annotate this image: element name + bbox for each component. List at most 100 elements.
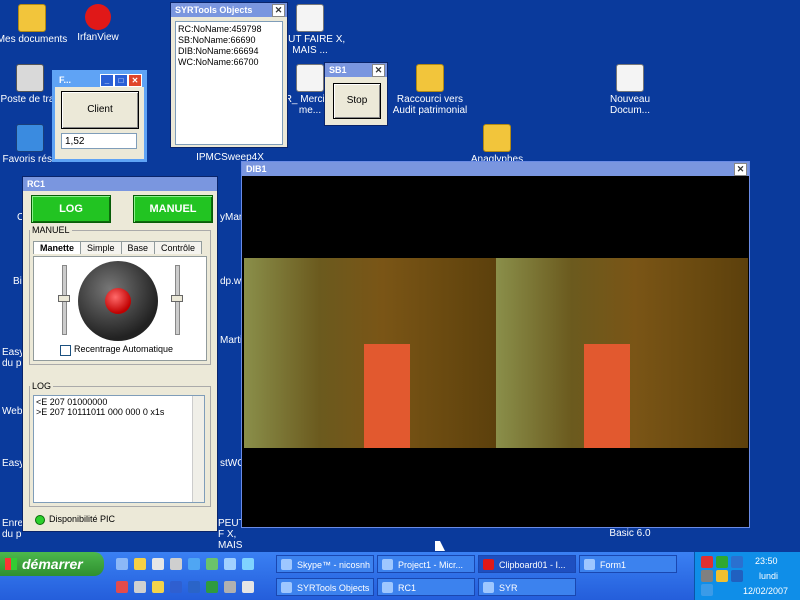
quicklaunch-icon[interactable] — [170, 558, 182, 570]
recentrage-label: Recentrage Automatique — [74, 344, 174, 354]
syrtools-list[interactable]: RC:NoName:459798 SB:NoName:66690 DIB:NoN… — [175, 21, 283, 145]
close-button[interactable]: ✕ — [128, 74, 142, 87]
folder-shortcut-icon — [416, 64, 444, 92]
taskbar-button-syr[interactable]: SYR — [478, 578, 576, 596]
icon-label-fragment: dp.w — [220, 276, 242, 287]
taskbar-button-form1[interactable]: Form1 — [579, 555, 677, 573]
desktop-icon-audit[interactable]: Raccourci vers Audit patrimonial — [390, 64, 470, 116]
list-item: DIB:NoName:66694 — [178, 46, 259, 56]
taskbar-button-rc1[interactable]: RC1 — [377, 578, 475, 596]
quicklaunch-icon[interactable] — [188, 558, 200, 570]
start-button[interactable]: démarrer — [0, 552, 104, 576]
minimize-button[interactable]: _ — [100, 74, 114, 87]
clock-time[interactable]: 23:50 — [755, 556, 778, 566]
skype-icon — [281, 559, 292, 570]
quicklaunch-icon[interactable] — [152, 581, 164, 593]
quicklaunch-icon[interactable] — [206, 558, 218, 570]
quicklaunch-icon[interactable] — [170, 581, 182, 593]
tray-icon[interactable] — [716, 556, 728, 568]
system-tray: 23:50 lundi 12/02/2007 — [694, 552, 800, 600]
desktop-icon-nouveau-document[interactable]: Nouveau Docum... — [590, 64, 670, 116]
rc1-title-bar[interactable]: RC1 — [23, 177, 217, 191]
taskbar-button-syrtools[interactable]: SYRTools Objects — [276, 578, 374, 596]
right-slider-thumb[interactable] — [171, 295, 183, 302]
form-title-bar[interactable]: F... _ □ ✕ — [55, 73, 144, 87]
icon-label-fragment: du p — [2, 358, 22, 369]
video-right-object — [584, 344, 630, 448]
tray-icon[interactable] — [731, 556, 743, 568]
tab-controle[interactable]: Contrôle — [154, 241, 203, 254]
syrtools-title-bar[interactable]: SYRTools Objects ✕ — [171, 3, 287, 17]
list-item: SB:NoName:66690 — [178, 35, 256, 45]
joystick-knob[interactable] — [105, 288, 131, 314]
tray-icon[interactable] — [701, 556, 713, 568]
taskbar-button-skype[interactable]: Skype™ - nicosnh — [276, 555, 374, 573]
list-item: WC:NoName:66700 — [178, 57, 259, 67]
close-icon[interactable]: ✕ — [272, 4, 285, 17]
sb1-window: SB1 ✕ Stop — [324, 62, 388, 126]
quicklaunch-icon[interactable] — [224, 581, 236, 593]
close-icon[interactable]: ✕ — [734, 163, 747, 176]
folder-icon — [18, 4, 46, 32]
document-icon — [296, 64, 324, 92]
sb1-title-bar[interactable]: SB1 ✕ — [325, 63, 387, 77]
tray-icon[interactable] — [731, 570, 743, 582]
log-group-label: LOG — [32, 381, 52, 391]
taskbar-button-project1[interactable]: Project1 - Micr... — [377, 555, 475, 573]
recentrage-checkbox[interactable] — [60, 345, 71, 356]
syrtools-window: SYRTools Objects ✕ RC:NoName:459798 SB:N… — [170, 2, 288, 148]
client-button[interactable]: Client — [61, 91, 139, 129]
quicklaunch-icon[interactable] — [134, 558, 146, 570]
clock-day: lundi — [759, 571, 779, 581]
value-field[interactable]: 1,52 — [61, 133, 137, 149]
rc1-window: RC1 LOG MANUEL MANUEL Manette Simple Bas… — [22, 176, 218, 532]
vb-icon — [483, 582, 494, 593]
joystick[interactable] — [78, 261, 158, 341]
maximize-button[interactable]: □ — [114, 74, 128, 87]
tab-base[interactable]: Base — [120, 241, 156, 254]
stop-button[interactable]: Stop — [333, 83, 381, 119]
folder-icon — [483, 124, 511, 152]
close-icon[interactable]: ✕ — [372, 64, 385, 77]
quicklaunch-icon[interactable] — [152, 558, 164, 570]
taskbar: démarrer Skype™ - nicosnh Project1 - Mic… — [0, 552, 800, 600]
quicklaunch-icon[interactable] — [224, 558, 236, 570]
quicklaunch-icon[interactable] — [116, 558, 128, 570]
quicklaunch-icon[interactable] — [134, 581, 146, 593]
list-item: RC:NoName:459798 — [178, 24, 262, 34]
quicklaunch-icon[interactable] — [242, 581, 254, 593]
window-icon — [584, 559, 595, 570]
taskbar-button-clipboard[interactable]: Clipboard01 - I... — [478, 555, 576, 573]
desktop-icon-anaglyphes[interactable]: Anaglyphes — [457, 124, 537, 165]
tab-manette[interactable]: Manette — [33, 241, 82, 254]
log-line: <E 207 01000000 — [36, 397, 108, 407]
form-window: F... _ □ ✕ Client 1,52 — [52, 70, 147, 162]
icon-label-fragment: Easy — [2, 458, 25, 469]
left-slider-thumb[interactable] — [58, 295, 70, 302]
quicklaunch-icon[interactable] — [188, 581, 200, 593]
dib1-title-bar[interactable]: DIB1 ✕ — [242, 162, 749, 176]
video-left — [244, 258, 496, 448]
log-scrollbar[interactable] — [192, 396, 204, 502]
quicklaunch-icon[interactable] — [206, 581, 218, 593]
tab-simple[interactable]: Simple — [80, 241, 122, 254]
log-button[interactable]: LOG — [31, 195, 111, 223]
tray-icon[interactable] — [701, 570, 713, 582]
rc1-tabs: Manette Simple Base Contrôle — [33, 241, 203, 254]
tray-icon[interactable] — [701, 584, 713, 596]
quicklaunch-icon[interactable] — [242, 558, 254, 570]
dib1-window: DIB1 ✕ — [241, 161, 750, 528]
desktop-icon-irfanview[interactable]: IrfanView — [58, 4, 138, 43]
icon-label-fragment: Bi — [13, 276, 22, 287]
quicklaunch-icon[interactable] — [116, 581, 128, 593]
tray-icon[interactable] — [716, 570, 728, 582]
windows-flag-icon — [5, 558, 17, 570]
icon-label-fragment: du p — [2, 529, 22, 540]
status-led-icon — [35, 515, 45, 525]
manuel-button[interactable]: MANUEL — [133, 195, 213, 223]
icon-label-fragment: PEUT F X, MAIS ... — [218, 518, 245, 552]
mouse-cursor-icon — [435, 541, 445, 551]
log-textarea[interactable]: <E 207 01000000 >E 207 10111011 000 000 … — [33, 395, 205, 503]
desktop-icon-basic[interactable]: Basic 6.0 — [590, 528, 670, 539]
clock-date: 12/02/2007 — [743, 586, 789, 596]
